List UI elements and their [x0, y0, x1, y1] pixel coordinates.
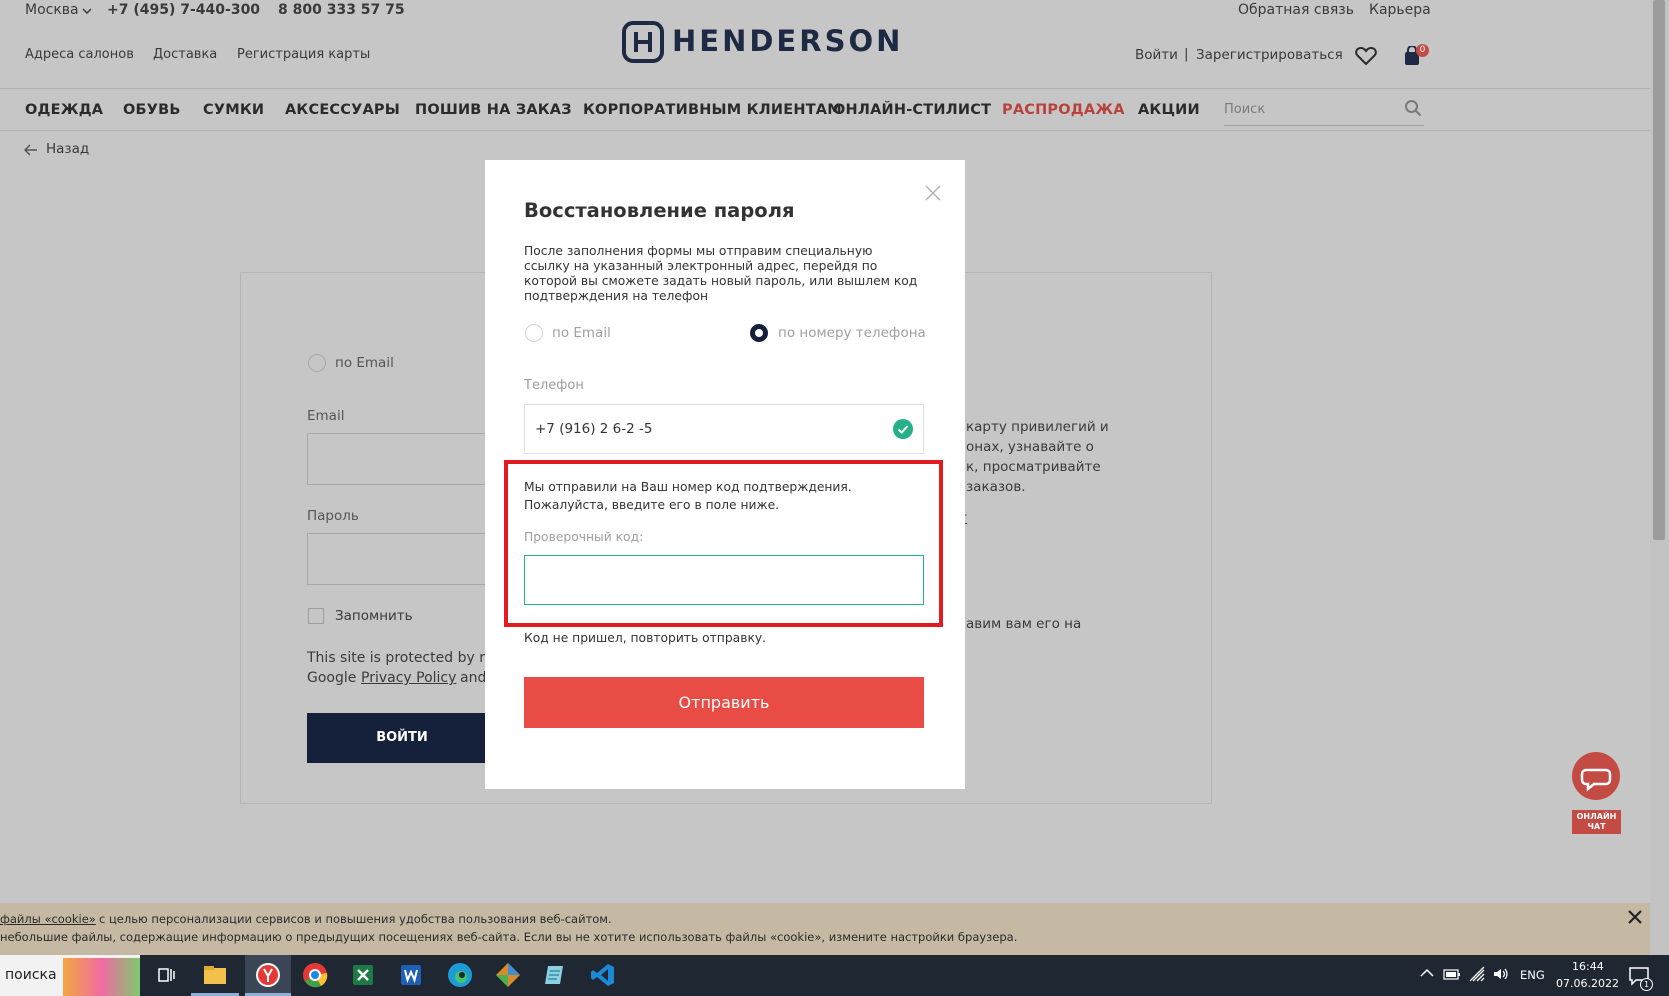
yandex-browser-icon[interactable] [254, 961, 282, 989]
login-link[interactable]: Войти [1135, 47, 1178, 63]
header-divider-line [0, 88, 1650, 89]
bg-radio-email-label: по Email [335, 355, 394, 371]
file-explorer-icon[interactable] [201, 961, 229, 989]
online-chat-label[interactable]: ОНЛАЙН ЧАТ [1572, 810, 1621, 834]
heart-icon[interactable] [1355, 46, 1377, 66]
submit-button[interactable]: Отправить [524, 677, 924, 728]
nav-divider-line [0, 130, 1650, 131]
chevron-down-icon[interactable] [82, 8, 92, 14]
resend-code-link[interactable]: Код не пришел, повторить отправку. [524, 631, 766, 645]
chat-label-line2: ЧАТ [1587, 822, 1606, 831]
radio-email[interactable] [525, 324, 543, 342]
battery-icon[interactable] [1443, 967, 1461, 981]
search-placeholder: Поиск [1224, 102, 1266, 117]
career-link[interactable]: Карьера [1369, 2, 1431, 18]
chevron-up-icon[interactable] [1420, 968, 1434, 978]
chrome-icon[interactable] [301, 961, 329, 989]
close-icon[interactable] [925, 185, 941, 201]
word-icon[interactable] [397, 961, 425, 989]
recaptcha-and: and [460, 670, 487, 686]
cookie-close-icon[interactable] [1628, 910, 1642, 924]
recaptcha-text: This site is protected by re [307, 650, 494, 666]
bg-right-text-4: заказов. [966, 479, 1026, 495]
cookie-text-2: небольшие файлы, содержащие информацию о… [0, 930, 1018, 944]
nav-clothing[interactable]: ОДЕЖДА [25, 102, 103, 118]
git-tool-icon[interactable] [494, 961, 522, 989]
nav-accessories[interactable]: АКСЕССУАРЫ [285, 102, 400, 118]
edge-icon[interactable] [446, 961, 474, 989]
back-link[interactable]: Назад [46, 141, 89, 157]
card-registration-link[interactable]: Регистрация карты [237, 47, 370, 62]
remember-label: Запомнить [335, 608, 413, 624]
clock-time[interactable]: 16:44 [1572, 960, 1604, 973]
radio-phone-label: по номеру телефона [778, 325, 926, 341]
bg-right-text-2: онах, узнавайте о [966, 439, 1094, 455]
chat-bubble-icon [1580, 768, 1612, 792]
modal-description-4: подтверждения на телефон [524, 289, 709, 303]
recaptcha-google: Google [307, 670, 357, 686]
bg-radio-email[interactable] [308, 354, 326, 372]
cookie-text-1: с целью персонализации сервисов и повыше… [99, 912, 612, 926]
register-link[interactable]: Зарегистрироваться [1196, 47, 1343, 63]
city-selector[interactable]: Москва [25, 2, 79, 18]
wifi-icon[interactable] [1468, 965, 1486, 983]
bg-password-input[interactable] [307, 533, 487, 585]
nav-promotions[interactable]: АКЦИИ [1138, 102, 1200, 118]
radio-email-label: по Email [552, 325, 611, 341]
salons-link[interactable]: Адреса салонов [25, 47, 134, 62]
notepad-icon[interactable] [541, 961, 569, 989]
nav-stylist[interactable]: ОНЛАЙН-СТИЛИСТ [833, 102, 991, 118]
phone-free[interactable]: 8 800 333 57 75 [278, 2, 405, 18]
verification-code-input[interactable] [524, 555, 924, 605]
task-view-icon[interactable] [152, 961, 180, 989]
search-icon[interactable] [1404, 99, 1422, 117]
search-highlight-icon [63, 958, 140, 996]
online-chat-button[interactable] [1572, 752, 1620, 800]
bg-right-text-5: авим вам его на [966, 616, 1082, 632]
arrow-left-icon[interactable] [24, 144, 38, 156]
nav-shoes[interactable]: ОБУВЬ [123, 102, 181, 118]
cookie-banner: файлы «cookie» с целью персонализации се… [0, 903, 1650, 955]
excel-icon[interactable] [349, 961, 377, 989]
modal-title: Восстановление пароля [524, 199, 795, 222]
bg-email-input[interactable] [307, 433, 487, 485]
scrollbar-thumb[interactable] [1653, 0, 1665, 540]
phone-label: Телефон [524, 378, 584, 393]
radio-phone[interactable] [750, 324, 768, 342]
nav-bags[interactable]: СУМКИ [203, 102, 264, 118]
vscode-icon[interactable] [589, 961, 617, 989]
phone-value: +7 (916) 2 6-2 -5 [535, 421, 653, 437]
bg-email-label: Email [307, 408, 345, 424]
keyboard-language[interactable]: ENG [1520, 968, 1545, 982]
phone-main[interactable]: +7 (495) 7-440-300 [107, 2, 260, 18]
clock-date[interactable]: 07.06.2022 [1556, 977, 1619, 990]
header-divider: | [1184, 46, 1189, 62]
nav-sale[interactable]: РАСПРОДАЖА [1002, 102, 1125, 118]
bg-password-label: Пароль [307, 508, 359, 524]
modal-description-3: которой вы сможете задать новый пароль, … [524, 274, 918, 288]
modal-description-2: ссылку на указанный электронный адрес, п… [524, 259, 878, 273]
check-circle-icon [893, 419, 913, 439]
code-sent-message-2: Пожалуйста, введите его в поле ниже. [524, 498, 780, 512]
logo-text[interactable]: HENDERSON [672, 24, 903, 58]
feedback-link[interactable]: Обратная связь [1238, 2, 1354, 18]
code-sent-message-1: Мы отправили на Ваш номер код подтвержде… [524, 480, 852, 494]
privacy-policy-link[interactable]: Privacy Policy [361, 670, 456, 686]
volume-icon[interactable] [1492, 967, 1510, 981]
delivery-link[interactable]: Доставка [153, 47, 217, 62]
chat-label-line1: ОНЛАЙН [1576, 812, 1617, 821]
modal-description-1: После заполнения формы мы отправим специ… [524, 244, 873, 258]
taskbar-search-text: поиска [5, 967, 57, 983]
nav-corporate[interactable]: КОРПОРАТИВНЫМ КЛИЕНТАМ [583, 102, 842, 118]
remember-checkbox[interactable] [308, 608, 324, 624]
code-label: Проверочный код: [524, 530, 644, 544]
logo-icon[interactable] [621, 20, 665, 64]
notifications-count: 1 [1640, 978, 1653, 991]
bg-right-text-1: карту привилегий и [966, 419, 1109, 435]
login-button[interactable]: ВОЙТИ [307, 713, 497, 763]
bg-right-text-3: к, просматривайте [966, 459, 1101, 475]
cart-count-badge: 0 [1416, 44, 1429, 57]
nav-tailoring[interactable]: ПОШИВ НА ЗАКАЗ [415, 102, 572, 118]
cookie-link[interactable]: файлы «cookie» [0, 912, 96, 926]
